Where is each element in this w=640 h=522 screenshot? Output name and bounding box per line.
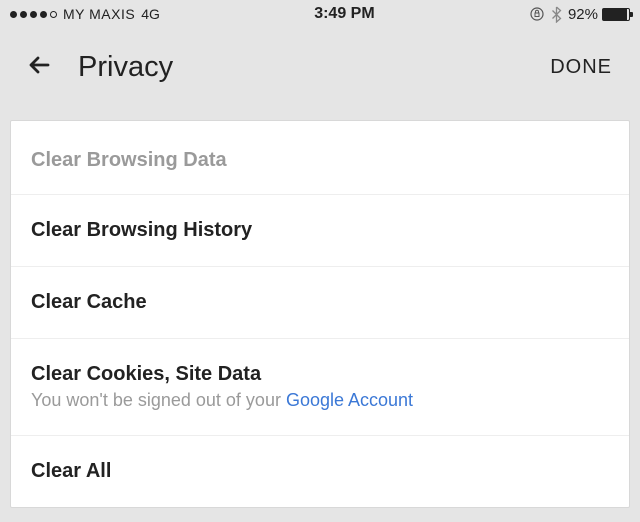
rotation-lock-icon [529,6,545,22]
battery-icon [602,8,630,21]
clear-cache-row[interactable]: Clear Cache [11,266,629,338]
row-subtitle: You won't be signed out of your Google A… [31,390,609,411]
network-label: 4G [141,6,160,22]
arrow-left-icon [26,51,54,84]
clear-browsing-history-row[interactable]: Clear Browsing History [11,194,629,266]
row-title: Clear Cookies, Site Data [31,363,609,386]
battery-indicator: 92% [568,6,630,23]
row-title: Clear All [31,460,609,483]
page-title: Privacy [78,51,550,84]
header-bar: Privacy DONE [0,28,640,106]
clear-cookies-row[interactable]: Clear Cookies, Site Data You won't be si… [11,338,629,435]
row-title: Clear Browsing History [31,219,609,242]
done-button[interactable]: DONE [550,56,612,79]
status-bar: MY MAXIS 4G 3:49 PM 92% [0,0,640,28]
row-sub-text: You won't be signed out of your [31,390,286,410]
back-button[interactable] [20,47,60,87]
bluetooth-icon [551,6,562,23]
section-header: Clear Browsing Data [11,121,629,194]
clock: 3:49 PM [314,5,374,23]
settings-list: Clear Browsing Data Clear Browsing Histo… [10,120,630,508]
row-title: Clear Cache [31,291,609,314]
google-account-link[interactable]: Google Account [286,390,413,410]
carrier-label: MY MAXIS [63,6,135,22]
signal-strength-icon [10,11,57,18]
status-left: MY MAXIS 4G [10,6,160,22]
battery-percent: 92% [568,6,598,23]
clear-all-row[interactable]: Clear All [11,435,629,507]
status-right: 92% [529,6,630,23]
